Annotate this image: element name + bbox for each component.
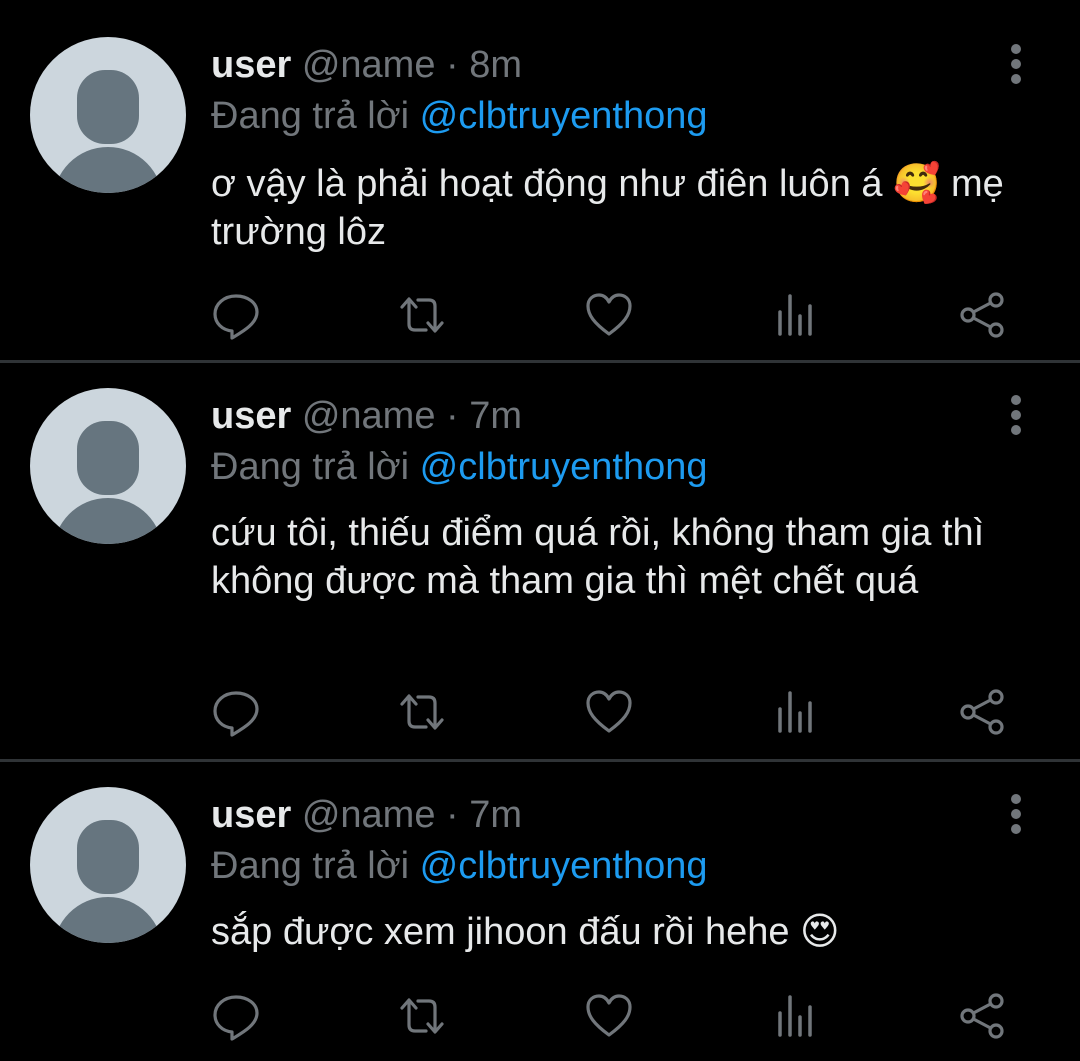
user-handle[interactable]: @name — [302, 395, 436, 437]
reply-icon[interactable] — [211, 290, 261, 340]
avatar[interactable] — [30, 388, 186, 544]
tweet-header: user @name · 8m — [211, 42, 522, 88]
user-handle[interactable]: @name — [302, 44, 436, 86]
display-name[interactable]: user — [211, 794, 291, 836]
avatar-head-shape — [77, 820, 139, 894]
share-icon[interactable] — [957, 991, 1007, 1041]
avatar[interactable] — [30, 787, 186, 943]
more-options-icon[interactable] — [1004, 42, 1028, 86]
tweet[interactable]: user @name · 7m Đang trả lời @clbtruyent… — [0, 363, 1080, 759]
tweet-actions — [0, 687, 1080, 737]
mention-link[interactable]: @clbtruyenthong — [420, 95, 708, 137]
more-options-icon[interactable] — [1004, 393, 1028, 437]
replying-to: Đang trả lời @clbtruyenthong — [211, 93, 708, 139]
like-icon[interactable] — [584, 687, 634, 737]
avatar-head-shape — [77, 70, 139, 144]
replying-to-label: Đang trả lời — [211, 845, 410, 887]
tweet-actions — [0, 290, 1080, 340]
like-icon[interactable] — [584, 290, 634, 340]
tweet[interactable]: user @name · 8m Đang trả lời @clbtruyent… — [0, 0, 1080, 360]
tweet-header: user @name · 7m — [211, 393, 522, 439]
replying-to-label: Đang trả lời — [211, 446, 410, 488]
timestamp[interactable]: 7m — [469, 395, 522, 437]
like-icon[interactable] — [584, 991, 634, 1041]
display-name[interactable]: user — [211, 44, 291, 86]
retweet-icon[interactable] — [397, 991, 447, 1041]
timestamp[interactable]: 8m — [469, 44, 522, 86]
reply-icon[interactable] — [211, 687, 261, 737]
mention-link[interactable]: @clbtruyenthong — [420, 446, 708, 488]
replying-to: Đang trả lời @clbtruyenthong — [211, 843, 708, 889]
tweet[interactable]: user @name · 7m Đang trả lời @clbtruyent… — [0, 762, 1080, 1061]
avatar[interactable] — [30, 37, 186, 193]
reply-icon[interactable] — [211, 991, 261, 1041]
retweet-icon[interactable] — [397, 290, 447, 340]
tweet-text: cứu tôi, thiếu điểm quá rồi, không tham … — [211, 512, 985, 602]
share-icon[interactable] — [957, 687, 1007, 737]
avatar-head-shape — [77, 421, 139, 495]
tweet-header: user @name · 7m — [211, 792, 522, 838]
separator-dot: · — [446, 395, 459, 437]
replying-to: Đang trả lời @clbtruyenthong — [211, 444, 708, 490]
analytics-icon[interactable] — [771, 991, 821, 1041]
retweet-icon[interactable] — [397, 687, 447, 737]
display-name[interactable]: user — [211, 395, 291, 437]
analytics-icon[interactable] — [771, 687, 821, 737]
avatar-body-shape — [53, 147, 163, 193]
analytics-icon[interactable] — [771, 290, 821, 340]
more-options-icon[interactable] — [1004, 792, 1028, 836]
timestamp[interactable]: 7m — [469, 794, 522, 836]
replying-to-label: Đang trả lời — [211, 95, 410, 137]
mention-link[interactable]: @clbtruyenthong — [420, 845, 708, 887]
separator-dot: · — [446, 794, 459, 836]
tweet-actions — [0, 991, 1080, 1041]
avatar-body-shape — [53, 498, 163, 544]
separator-dot: · — [446, 44, 459, 86]
tweet-text: ơ vậy là phải hoạt động như điên luôn á … — [211, 163, 1004, 253]
avatar-body-shape — [53, 897, 163, 943]
user-handle[interactable]: @name — [302, 794, 436, 836]
share-icon[interactable] — [957, 290, 1007, 340]
tweet-text: sắp được xem jihoon đấu rồi hehe 😍 — [211, 911, 840, 953]
